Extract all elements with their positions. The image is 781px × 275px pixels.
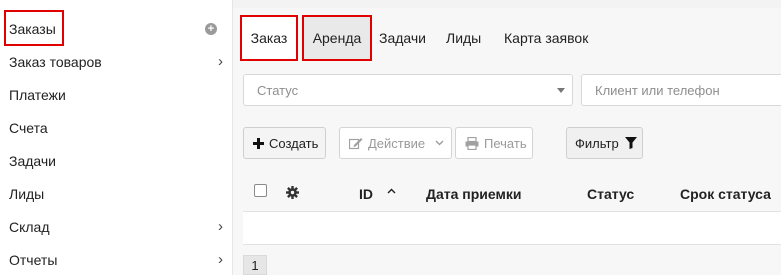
sidebar-item-reports[interactable]: Отчеты › <box>0 243 232 275</box>
caret-down-icon <box>557 88 565 93</box>
action-dropdown-button[interactable]: Действие <box>339 127 452 159</box>
filter-label: Фильтр <box>575 135 619 151</box>
filter-button[interactable]: Фильтр <box>566 127 643 159</box>
print-label: Печать <box>484 135 527 151</box>
tab-leads[interactable]: Лиды <box>446 30 481 46</box>
chevron-down-icon <box>435 140 444 146</box>
status-placeholder: Статус <box>257 83 299 98</box>
create-label: Создать <box>269 135 319 151</box>
tab-tasks[interactable]: Задачи <box>379 30 426 46</box>
funnel-icon <box>624 137 637 149</box>
printer-icon <box>465 136 479 150</box>
tab-label: Заказ <box>250 30 288 46</box>
sort-ascending-icon[interactable] <box>387 188 396 194</box>
client-search-input[interactable] <box>581 74 781 106</box>
chevron-right-icon: › <box>218 218 223 235</box>
sidebar-item-label: Отчеты <box>9 251 58 268</box>
sidebar-item-tasks[interactable]: Задачи <box>0 144 232 177</box>
pagination-page-button[interactable]: 1 <box>243 255 267 275</box>
sidebar-item-label: Лиды <box>9 185 45 202</box>
active-item-highlight <box>4 10 64 46</box>
gear-icon[interactable] <box>286 186 299 199</box>
sidebar-item-warehouse[interactable]: Склад › <box>0 210 232 243</box>
column-header-id[interactable]: ID <box>359 186 373 202</box>
chevron-right-icon: › <box>218 251 223 268</box>
column-header-status-deadline[interactable]: Срок статуса <box>680 186 771 202</box>
action-label: Действие <box>368 135 426 151</box>
sidebar-item-label: Задачи <box>9 152 57 169</box>
print-button[interactable]: Печать <box>455 127 533 159</box>
tab-request-map[interactable]: Карта заявок <box>504 30 588 46</box>
chevron-right-icon: › <box>218 53 223 70</box>
tab-label: Аренда <box>312 30 362 46</box>
tab-bar: Заказ Аренда Задачи Лиды Карта заявок <box>233 15 781 61</box>
sidebar-item-label: Склад <box>9 218 50 235</box>
tab-label: Задачи <box>379 30 427 46</box>
tab-label: Карта заявок <box>504 30 589 46</box>
sidebar-item-invoices[interactable]: Счета <box>0 111 232 144</box>
sidebar-item-goods-order[interactable]: Заказ товаров › <box>0 45 232 78</box>
sidebar-item-label: Счета <box>9 119 48 136</box>
select-all-checkbox[interactable] <box>254 184 267 197</box>
column-header-date[interactable]: Дата приемки <box>426 186 521 202</box>
table-bottom-divider <box>243 244 781 245</box>
tab-rent[interactable]: Аренда <box>302 15 372 61</box>
plus-circle-icon[interactable]: + <box>205 23 217 35</box>
sidebar-item-leads[interactable]: Лиды <box>0 177 232 210</box>
sidebar: Заказы + Заказ товаров › Платежи Счета З… <box>0 0 232 275</box>
create-button[interactable]: Создать <box>243 127 326 159</box>
table-body <box>243 212 781 245</box>
edit-icon <box>349 137 363 149</box>
tab-order[interactable]: Заказ <box>240 15 298 61</box>
main-top-strip <box>233 0 781 8</box>
sidebar-item-label: Заказ товаров <box>9 53 102 70</box>
column-header-status[interactable]: Статус <box>587 186 634 202</box>
sidebar-item-payments[interactable]: Платежи <box>0 78 232 111</box>
sidebar-item-label: Платежи <box>9 86 66 103</box>
tab-label: Лиды <box>446 30 482 46</box>
plus-icon <box>253 137 264 149</box>
status-select[interactable]: Статус <box>243 74 573 106</box>
